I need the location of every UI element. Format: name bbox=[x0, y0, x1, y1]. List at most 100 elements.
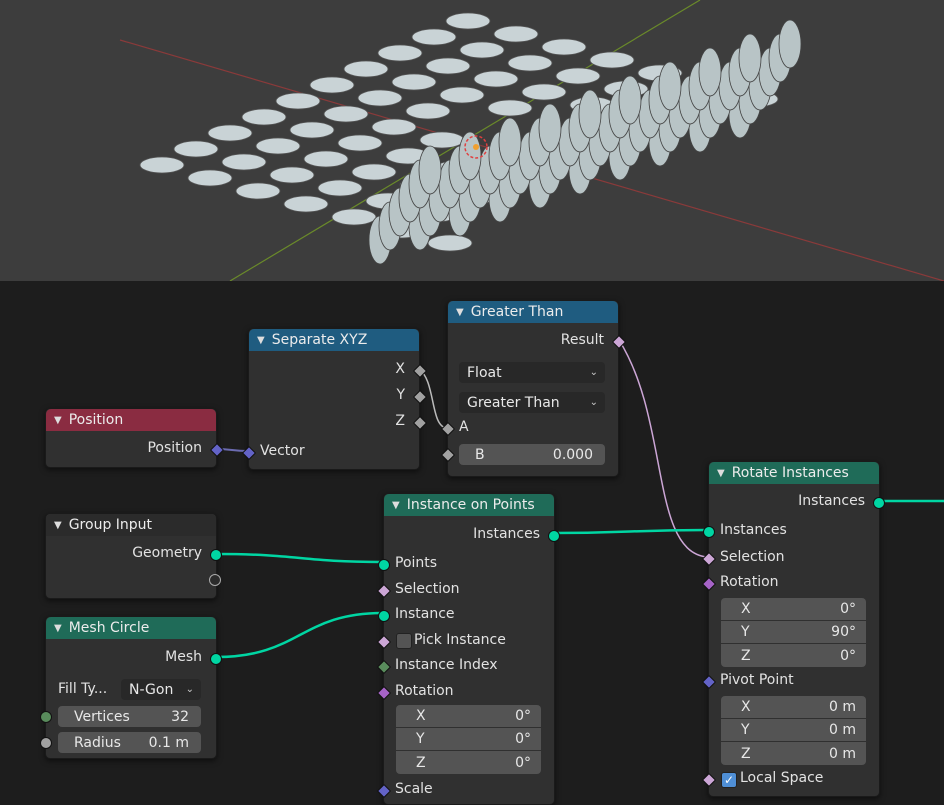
rotation-z-value: 0° bbox=[840, 647, 856, 664]
greater-than-node[interactable]: ▼ Greater Than Result Float ⌄ Greater Than… bbox=[440, 300, 627, 477]
rotation-z-field[interactable]: Z 0° bbox=[396, 751, 541, 774]
output-z-label: Z bbox=[395, 413, 405, 429]
flat-disc bbox=[487, 99, 533, 117]
separate-xyz-header[interactable]: ▼ Separate XYZ bbox=[249, 329, 419, 351]
rotation-x-field[interactable]: X 0° bbox=[396, 705, 541, 728]
vertices-field[interactable]: Vertices 32 bbox=[58, 706, 201, 727]
vertices-socket[interactable] bbox=[40, 711, 52, 723]
axis-label: Y bbox=[741, 722, 750, 738]
node-title: Position bbox=[68, 412, 124, 428]
rotation-vector-field[interactable]: X 0° Y 90° Z 0° bbox=[721, 598, 866, 667]
data-type-value: Float bbox=[467, 364, 502, 381]
separate-xyz-node[interactable]: ▼ Separate XYZ X Y Z Vector bbox=[241, 328, 428, 470]
node-title: Instance on Points bbox=[406, 497, 535, 513]
viewport-canvas[interactable] bbox=[0, 0, 944, 281]
upright-disc bbox=[578, 89, 602, 139]
flat-disc bbox=[411, 28, 457, 46]
radius-field[interactable]: Radius 0.1 m bbox=[58, 732, 201, 753]
upright-disc bbox=[778, 19, 802, 69]
chevron-down-icon[interactable]: ▼ bbox=[54, 520, 62, 531]
instance-socket[interactable] bbox=[378, 610, 390, 622]
flat-disc bbox=[521, 83, 567, 101]
flat-disc bbox=[323, 105, 369, 123]
fill-type-dropdown[interactable]: N-Gon ⌄ bbox=[121, 679, 201, 700]
output-x-label: X bbox=[395, 361, 405, 377]
mesh-output-socket[interactable] bbox=[210, 653, 222, 665]
group-input-header[interactable]: ▼ Group Input bbox=[46, 514, 216, 536]
pivot-vector-field[interactable]: X 0 m Y 0 m Z 0 m bbox=[721, 696, 866, 765]
pivot-y-field[interactable]: Y 0 m bbox=[721, 719, 866, 742]
instances-output-socket[interactable] bbox=[873, 497, 885, 509]
node-title: Rotate Instances bbox=[731, 465, 849, 481]
radius-socket[interactable] bbox=[40, 737, 52, 749]
flat-disc bbox=[427, 234, 473, 252]
instances-output-label: Instances bbox=[473, 526, 540, 542]
checkmark-icon: ✓ bbox=[723, 773, 735, 787]
instance-on-points-node[interactable]: ▼ Instance on Points Instances Points Sel… bbox=[376, 493, 560, 805]
position-node-header[interactable]: ▼ Position bbox=[46, 409, 216, 431]
geometry-output-label: Geometry bbox=[132, 545, 202, 561]
pick-instance-checkbox[interactable] bbox=[396, 633, 412, 649]
chevron-down-icon[interactable]: ▼ bbox=[54, 415, 62, 426]
pivot-x-field[interactable]: X 0 m bbox=[721, 696, 866, 719]
flat-disc bbox=[139, 156, 185, 174]
points-socket[interactable] bbox=[378, 559, 390, 571]
instance-on-points-header[interactable]: ▼ Instance on Points bbox=[384, 494, 554, 516]
flat-disc bbox=[317, 179, 363, 197]
chevron-down-icon[interactable]: ▼ bbox=[54, 623, 62, 634]
flat-disc bbox=[493, 25, 539, 43]
mesh-circle-node[interactable]: ▼ Mesh Circle Mesh Fill Ty... N-Gon ⌄ Vert… bbox=[40, 616, 222, 759]
radius-value: 0.1 m bbox=[148, 734, 189, 751]
upright-disc bbox=[738, 33, 762, 83]
instanced-discs bbox=[139, 12, 802, 265]
data-type-dropdown[interactable]: Float ⌄ bbox=[459, 362, 605, 383]
3d-viewport[interactable] bbox=[0, 0, 944, 281]
flat-disc bbox=[357, 89, 403, 107]
chevron-down-icon[interactable]: ▼ bbox=[392, 500, 400, 511]
pivot-z-field[interactable]: Z 0 m bbox=[721, 742, 866, 765]
instance-index-label: Instance Index bbox=[395, 657, 498, 673]
flat-disc bbox=[269, 166, 315, 184]
node-title: Mesh Circle bbox=[68, 620, 150, 636]
flat-disc bbox=[371, 118, 417, 136]
position-node[interactable]: ▼ Position Position bbox=[45, 408, 225, 468]
input-b-field[interactable]: B 0.000 bbox=[459, 444, 605, 465]
flat-disc bbox=[391, 73, 437, 91]
rotation-z-field[interactable]: Z 0° bbox=[721, 644, 866, 667]
group-input-node[interactable]: ▼ Group Input Geometry bbox=[45, 513, 222, 599]
chevron-down-icon[interactable]: ▼ bbox=[456, 307, 464, 318]
instances-output-socket[interactable] bbox=[548, 530, 560, 542]
flat-disc bbox=[303, 150, 349, 168]
chevron-down-icon[interactable]: ▼ bbox=[257, 335, 265, 346]
input-b-value: 0.000 bbox=[552, 446, 593, 463]
flat-disc bbox=[541, 38, 587, 56]
rotation-y-field[interactable]: Y 90° bbox=[721, 621, 866, 644]
flat-disc bbox=[309, 76, 355, 94]
flat-disc bbox=[331, 208, 377, 226]
rotate-instances-header[interactable]: ▼ Rotate Instances bbox=[709, 462, 879, 484]
flat-disc bbox=[173, 140, 219, 158]
chevron-down-icon[interactable]: ▼ bbox=[717, 468, 725, 479]
link-mesh-instance bbox=[215, 611, 384, 659]
mesh-circle-header[interactable]: ▼ Mesh Circle bbox=[46, 617, 216, 639]
flat-disc bbox=[589, 51, 635, 69]
link-geometry-points bbox=[215, 552, 384, 564]
rotation-x-value: 0° bbox=[515, 708, 531, 724]
local-space-checkbox[interactable]: ✓ bbox=[721, 772, 737, 788]
empty-output-socket[interactable] bbox=[209, 574, 221, 586]
result-label: Result bbox=[560, 332, 604, 348]
operation-dropdown[interactable]: Greater Than ⌄ bbox=[459, 392, 605, 413]
greater-than-header[interactable]: ▼ Greater Than bbox=[448, 301, 618, 323]
flat-disc bbox=[255, 137, 301, 155]
rotation-y-value: 0° bbox=[515, 731, 531, 747]
rotation-vector-field[interactable]: X 0° Y 0° Z 0° bbox=[396, 705, 541, 774]
instances-input-socket[interactable] bbox=[703, 526, 715, 538]
rotation-z-value: 0° bbox=[515, 754, 531, 771]
rotation-x-field[interactable]: X 0° bbox=[721, 598, 866, 621]
geometry-output-socket[interactable] bbox=[210, 549, 222, 561]
rotation-y-field[interactable]: Y 0° bbox=[396, 728, 541, 751]
rotate-instances-node[interactable]: ▼ Rotate Instances Instances Instances Se… bbox=[701, 461, 885, 797]
flat-disc bbox=[555, 67, 601, 85]
flat-disc bbox=[351, 163, 397, 181]
node-editor[interactable]: ▼ Position Position ▼ Separate XYZ X Y Z V… bbox=[0, 281, 944, 805]
